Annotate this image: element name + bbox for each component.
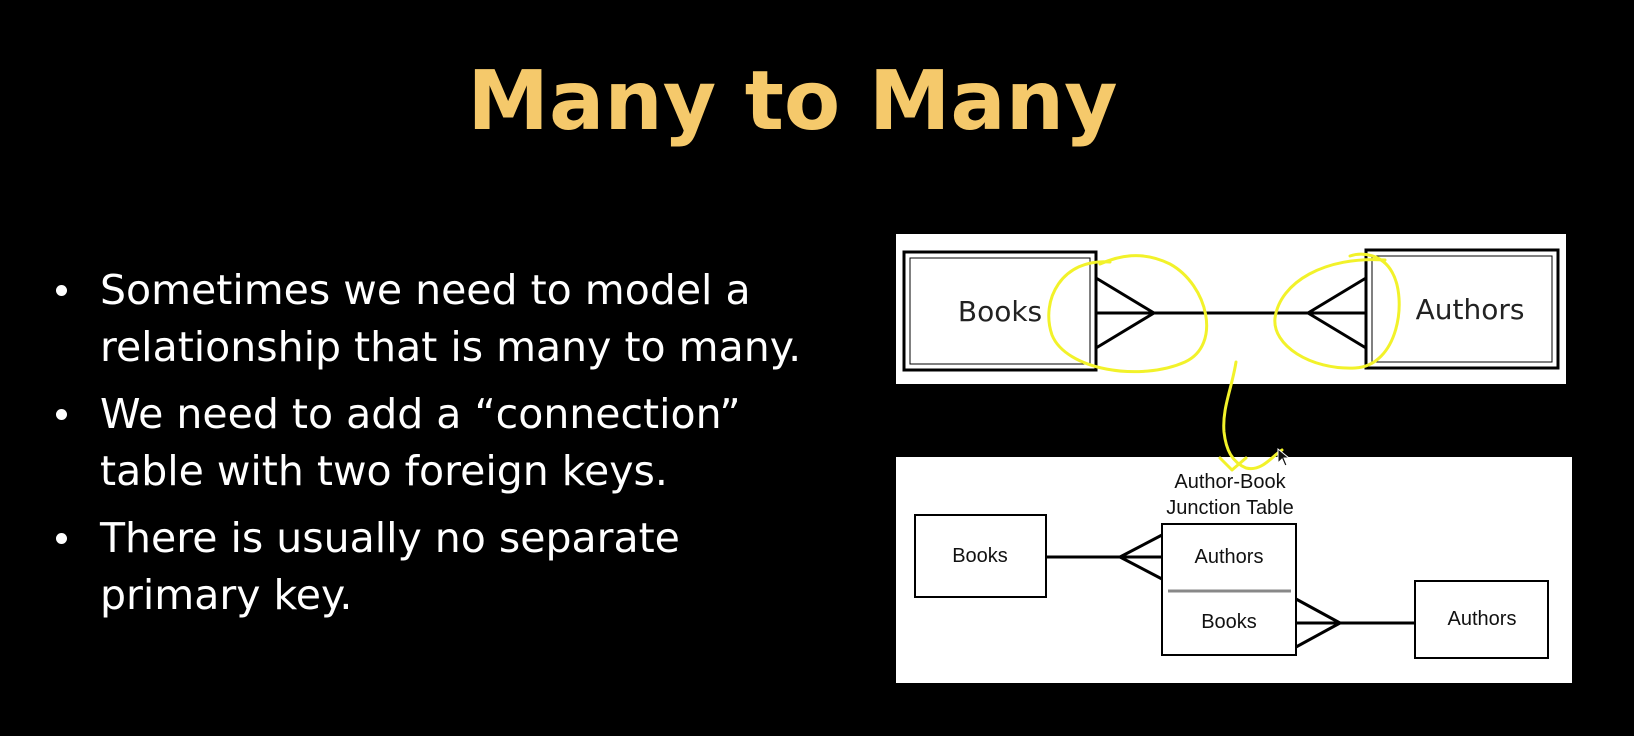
junction-title-line1: Author-Book [1174,471,1286,493]
bullet-dot-icon [56,285,67,296]
crows-foot-books-icon [1119,533,1163,581]
bullet-item: Sometimes we need to model a relationshi… [50,262,810,376]
bullet-list: Sometimes we need to model a relationshi… [50,262,810,634]
bullet-text: We need to add a “connection” table with… [100,390,741,495]
bullet-dot-icon [56,533,67,544]
junction-table-diagram: Author-Book Junction Table Books Authors… [896,457,1572,683]
junction-field-books: Books [1201,611,1257,633]
bullet-dot-icon [56,409,67,420]
books-entity-label: Books [958,295,1042,328]
authors-entity-label: Authors [1416,293,1525,326]
crows-foot-right-icon [1307,276,1367,350]
er-diagram-many-to-many: Books Authors [896,234,1566,384]
authors-table-label: Authors [1448,608,1517,630]
junction-field-authors: Authors [1195,546,1264,568]
crows-foot-left-icon [1095,276,1155,350]
er-diagram-top-svg: Books Authors [902,248,1560,372]
bullet-text: There is usually no separate primary key… [100,514,680,619]
bullet-text: Sometimes we need to model a relationshi… [100,266,802,371]
junction-diagram-svg: Author-Book Junction Table Books Authors… [914,471,1549,659]
bullet-item: We need to add a “connection” table with… [50,386,810,500]
crows-foot-authors-icon [1295,597,1341,649]
books-table-label: Books [952,545,1008,567]
bullet-item: There is usually no separate primary key… [50,510,810,624]
junction-title-line2: Junction Table [1166,497,1294,519]
slide-title: Many to Many [467,54,1118,149]
